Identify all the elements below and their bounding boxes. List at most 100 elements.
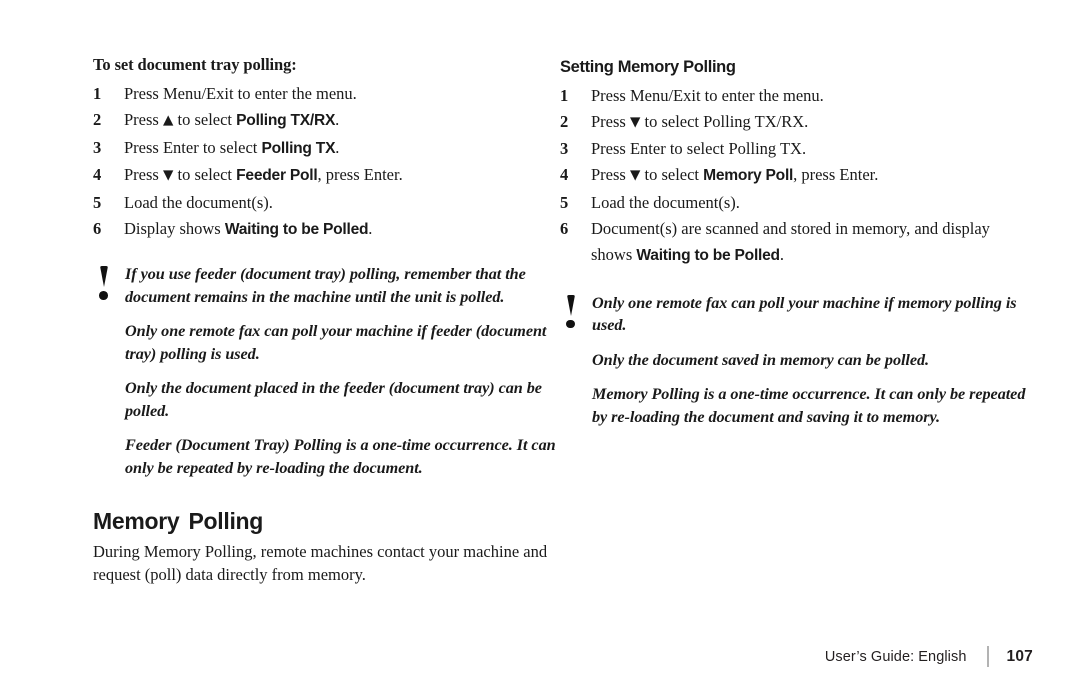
step-text-run: Press bbox=[591, 138, 630, 158]
note-paragraph: Only the document placed in the feeder (… bbox=[125, 379, 542, 420]
left-column-heading: To set document tray polling: bbox=[93, 55, 297, 74]
lcd-display-text: Polling TX/RX bbox=[236, 112, 336, 130]
step-text-run: Press bbox=[591, 85, 630, 105]
right-note-block: Only one remote fax can poll your machin… bbox=[560, 292, 1030, 429]
step-text-run: Press bbox=[124, 165, 163, 185]
step-text-run: . bbox=[779, 245, 784, 265]
step-text-run: . bbox=[398, 165, 403, 185]
step-item: 1 Press Menu/Exit to enter the menu. bbox=[560, 83, 1030, 109]
step-number: 4 bbox=[560, 165, 569, 185]
step-text-run: . bbox=[368, 219, 373, 238]
step-text-run: to enter the menu. bbox=[233, 83, 357, 103]
step-text: Load the document(s). bbox=[591, 190, 1030, 216]
page-footer: User’s Guide: English 107 bbox=[825, 646, 1033, 667]
right-column: Setting Memory Polling 1 Press Menu/Exit … bbox=[560, 0, 1030, 428]
key-label: Enter bbox=[629, 138, 666, 158]
exclamation-warning-icon bbox=[97, 266, 111, 306]
step-number: 3 bbox=[560, 138, 569, 158]
note-paragraph: Feeder (Document Tray) Polling is a one-… bbox=[125, 436, 556, 477]
step-text-run: to select bbox=[640, 165, 704, 185]
key-label: Enter bbox=[839, 165, 875, 185]
step-number: 5 bbox=[93, 192, 102, 212]
step-text-run: Press bbox=[124, 83, 163, 103]
lcd-display-text: Memory Poll bbox=[703, 167, 794, 185]
step-text-run: Load the document(s). bbox=[124, 192, 273, 212]
step-text: Press Enter to select Polling TX. bbox=[124, 135, 563, 162]
step-text-run: to enter the menu. bbox=[700, 85, 824, 105]
step-text-run: to select Polling TX. bbox=[665, 138, 807, 158]
right-column-steps: 1 Press Menu/Exit to enter the menu. 2 Pres… bbox=[560, 83, 1030, 270]
step-text-run: . bbox=[335, 110, 340, 130]
step-item: 4 Press ▼ to select Feeder Poll, press En… bbox=[93, 162, 563, 189]
footer-divider bbox=[986, 646, 989, 667]
key-label: Enter bbox=[162, 137, 199, 157]
arrow-down-icon: ▼ bbox=[629, 167, 641, 184]
memory-polling-body-text: During Memory Polling, remote machines c… bbox=[93, 541, 548, 584]
footer-language: English bbox=[918, 648, 967, 665]
step-text: Press ▼ to select Feeder Poll, press Ent… bbox=[124, 162, 563, 189]
step-number: 5 bbox=[560, 192, 569, 212]
arrow-down-icon: ▼ bbox=[629, 114, 641, 131]
note-paragraph: Only one remote fax can poll your machin… bbox=[592, 293, 1017, 335]
step-number: 4 bbox=[93, 165, 102, 185]
note-paragraph: Only one remote fax can poll your machin… bbox=[125, 322, 547, 363]
lcd-display-text: Polling TX bbox=[261, 139, 336, 157]
footer-guide-label: User’s Guide: English bbox=[825, 649, 967, 665]
step-text-run: Press bbox=[124, 137, 163, 157]
step-text-run: to select bbox=[173, 165, 237, 185]
memory-polling-section-title: Memory Polling bbox=[93, 508, 264, 535]
arrow-up-icon: ▲ bbox=[162, 112, 174, 129]
left-note-block: If you use feeder (document tray) pollin… bbox=[93, 263, 563, 479]
step-text-run: to select bbox=[173, 110, 237, 130]
key-label: Menu/Exit bbox=[629, 85, 701, 105]
right-column-heading: Setting Memory Polling bbox=[560, 58, 736, 76]
step-text: Load the document(s). bbox=[124, 190, 563, 216]
step-text: Press ▼ to select Polling TX/RX. bbox=[591, 109, 1030, 135]
step-item: 3 Press Enter to select Polling TX. bbox=[93, 135, 563, 162]
document-page: To set document tray polling: 1 Press Men… bbox=[0, 0, 1080, 698]
step-item: 2 Press ▼ to select Polling TX/RX. bbox=[560, 109, 1030, 135]
step-text-run: . bbox=[874, 165, 879, 185]
step-text-run: , press bbox=[793, 165, 840, 185]
exclamation-warning-icon bbox=[564, 294, 578, 335]
step-text: Press ▲ to select Polling TX/RX. bbox=[124, 107, 563, 134]
step-item: 6 Display shows Waiting to be Polled. bbox=[93, 216, 563, 243]
step-item: 2 Press ▲ to select Polling TX/RX. bbox=[93, 107, 563, 134]
step-item: 4 Press ▼ to select Memory Poll, press En… bbox=[560, 162, 1030, 189]
step-text-run: Press bbox=[591, 112, 630, 132]
left-note-paragraphs: If you use feeder (document tray) pollin… bbox=[125, 263, 563, 479]
footer-guide-text: User’s Guide: bbox=[824, 648, 915, 665]
step-text-run: to select Polling TX/RX. bbox=[640, 112, 809, 132]
note-paragraph: Memory Polling is a one-time occurrence.… bbox=[592, 385, 1026, 426]
step-text-run: Display shows bbox=[124, 219, 225, 238]
lcd-display-text: Feeder Poll bbox=[236, 167, 318, 185]
step-text-run: . bbox=[335, 137, 340, 157]
step-text: Press ▼ to select Memory Poll, press Ent… bbox=[591, 162, 1030, 189]
note-paragraph: Only the document saved in memory can be… bbox=[592, 350, 930, 369]
step-text-run: to select bbox=[198, 137, 262, 157]
step-text: Press Enter to select Polling TX. bbox=[591, 136, 1030, 162]
step-item: 5 Load the document(s). bbox=[93, 190, 563, 216]
right-note-paragraphs: Only one remote fax can poll your machin… bbox=[592, 292, 1030, 429]
step-item: 3 Press Enter to select Polling TX. bbox=[560, 136, 1030, 162]
step-text-run: Press bbox=[591, 165, 630, 185]
step-item: 6 Document(s) are scanned and stored in m… bbox=[560, 216, 1030, 270]
step-number: 3 bbox=[93, 137, 102, 157]
step-text: Display shows Waiting to be Polled. bbox=[124, 216, 563, 243]
step-number: 6 bbox=[93, 219, 102, 238]
left-column-steps: 1 Press Menu/Exit to enter the menu. 2 Pres… bbox=[93, 81, 563, 243]
arrow-down-icon: ▼ bbox=[162, 167, 174, 184]
step-text: Press Menu/Exit to enter the menu. bbox=[124, 81, 563, 107]
step-text-run: , press bbox=[317, 165, 364, 185]
note-paragraph: If you use feeder (document tray) pollin… bbox=[125, 265, 526, 306]
step-number: 6 bbox=[560, 219, 569, 238]
left-column: To set document tray polling: 1 Press Men… bbox=[93, 0, 563, 586]
step-text: Document(s) are scanned and stored in me… bbox=[591, 216, 1030, 270]
key-label: Enter bbox=[363, 165, 399, 185]
step-item: 5 Load the document(s). bbox=[560, 190, 1030, 216]
lcd-display-text: Waiting to be Polled bbox=[224, 221, 369, 238]
step-text-run: Load the document(s). bbox=[591, 192, 740, 212]
step-number: 2 bbox=[560, 112, 569, 132]
lcd-display-text: Waiting to be Polled bbox=[636, 247, 780, 265]
step-text-run: Press bbox=[124, 110, 163, 130]
